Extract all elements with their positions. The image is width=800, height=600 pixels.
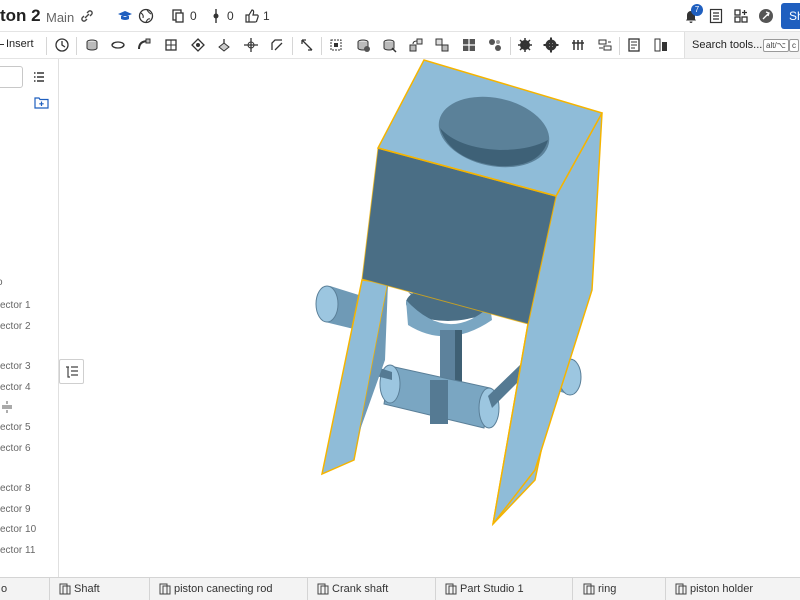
tab-piston-canecting-rod[interactable]: piston canecting rod: [154, 578, 308, 600]
sweep-icon[interactable]: [136, 37, 152, 53]
boolean-icon[interactable]: [328, 37, 344, 53]
mirror-icon[interactable]: [434, 37, 450, 53]
enclose-icon[interactable]: [216, 37, 232, 53]
tab-item[interactable]: o: [0, 578, 50, 600]
loft-icon[interactable]: [163, 37, 179, 53]
document-properties-icon[interactable]: [626, 37, 642, 53]
add-folder-icon[interactable]: [34, 96, 49, 109]
part-studio-icon: [159, 583, 171, 595]
feature-list-panel: o ector 1 ector 2 ector 3 ector 4 ector …: [0, 59, 59, 577]
notification-count-badge: 7: [691, 4, 703, 16]
toolbar-divider: [76, 37, 77, 55]
list-view-icon[interactable]: [33, 71, 45, 83]
likes-count: 1: [263, 9, 270, 23]
versions-icon[interactable]: [208, 8, 224, 24]
graphics-viewport[interactable]: [59, 59, 800, 577]
share-button[interactable]: Sh: [781, 3, 800, 29]
toolbar-divider: [510, 37, 511, 55]
delete-part-icon[interactable]: [461, 37, 477, 53]
tab-crank-shaft[interactable]: Crank shaft: [312, 578, 436, 600]
globe-icon[interactable]: [138, 8, 154, 24]
draft-icon[interactable]: [299, 37, 315, 53]
app-grid-icon[interactable]: [733, 8, 749, 24]
tab-label: ring: [598, 583, 617, 595]
thicken-icon[interactable]: [190, 37, 206, 53]
3d-model-view[interactable]: [60, 59, 800, 577]
document-list-icon[interactable]: [708, 8, 724, 24]
tab-shaft[interactable]: Shaft: [54, 578, 150, 600]
shortcut-key-alt: alt/⌥: [763, 39, 789, 52]
document-title[interactable]: ton 2: [0, 6, 41, 26]
fillet-icon[interactable]: [243, 37, 259, 53]
revolve-icon[interactable]: [110, 37, 126, 53]
copies-count: 0: [190, 9, 197, 23]
feature-item[interactable]: ector 9: [0, 504, 31, 515]
link-icon[interactable]: [80, 9, 94, 23]
tab-label: Crank shaft: [332, 583, 389, 595]
versions-count: 0: [227, 9, 234, 23]
part-studio-icon: [59, 583, 71, 595]
part-studio-icon: [583, 583, 595, 595]
feature-item[interactable]: ector 4: [0, 382, 31, 393]
mate-connector-icon[interactable]: [487, 37, 503, 53]
feature-item[interactable]: ector 5: [0, 422, 31, 433]
rollback-bar-icon[interactable]: [1, 401, 13, 413]
shortcut-key-c: c: [789, 39, 799, 52]
chamfer-icon[interactable]: [269, 37, 285, 53]
spur-gear-icon[interactable]: [543, 37, 559, 53]
list-tree-icon: [66, 366, 78, 378]
toolbar-divider: [46, 37, 47, 55]
tab-label: Part Studio 1: [460, 583, 524, 595]
history-icon[interactable]: [54, 37, 70, 53]
feature-item[interactable]: ector 2: [0, 321, 31, 332]
like-icon[interactable]: [244, 8, 260, 24]
feature-item[interactable]: ector 3: [0, 361, 31, 372]
feature-toolbar: Insert: [0, 32, 800, 59]
insert-button[interactable]: Insert: [0, 38, 34, 50]
copy-icon[interactable]: [170, 8, 186, 24]
feature-item[interactable]: ector 8: [0, 483, 31, 494]
search-tools-box[interactable]: Search tools... alt/⌥ c: [684, 32, 800, 58]
part-studio-icon: [445, 583, 457, 595]
tab-piston-holder[interactable]: piston holder: [670, 578, 800, 600]
extrude-icon[interactable]: [84, 37, 100, 53]
top-bar: ton 2 Main 0 0 1 7 Sh: [0, 0, 800, 32]
toolbar-divider: [619, 37, 620, 55]
split-icon[interactable]: [355, 37, 371, 53]
insert-icon: [0, 43, 4, 45]
feature-item[interactable]: ector 6: [0, 443, 31, 454]
tab-label: piston canecting rod: [174, 583, 273, 595]
toolbar-divider: [321, 37, 322, 55]
branch-label[interactable]: Main: [46, 10, 74, 25]
part-studio-icon: [317, 583, 329, 595]
tab-label: piston holder: [690, 583, 753, 595]
learning-cap-icon[interactable]: [117, 8, 133, 24]
configurations-icon[interactable]: [653, 37, 669, 53]
tab-ring[interactable]: ring: [578, 578, 666, 600]
variable-table-icon[interactable]: [597, 37, 613, 53]
toolbar-divider: [292, 37, 293, 55]
piston-holder-part[interactable]: [320, 59, 604, 527]
tab-part-studio-1[interactable]: Part Studio 1: [440, 578, 573, 600]
search-tools-label: Search tools...: [692, 39, 763, 51]
tab-label: Shaft: [74, 583, 100, 595]
transform-icon[interactable]: [381, 37, 397, 53]
insert-label: Insert: [6, 38, 34, 50]
feature-item[interactable]: o: [0, 277, 3, 288]
gear-icon[interactable]: [517, 37, 533, 53]
feature-list-toggle[interactable]: [59, 359, 84, 384]
feature-item[interactable]: ector 1: [0, 300, 31, 311]
feature-filter-input[interactable]: [0, 66, 23, 88]
rib-icon[interactable]: [570, 37, 586, 53]
document-tab-bar: o Shaft piston canecting rod Crank shaft…: [0, 577, 800, 600]
tab-label: o: [1, 583, 8, 595]
part-studio-icon: [675, 583, 687, 595]
pattern-icon[interactable]: [408, 37, 424, 53]
user-avatar-icon[interactable]: [758, 8, 774, 24]
feature-item[interactable]: ector 10: [0, 524, 36, 535]
feature-item[interactable]: ector 11: [0, 545, 35, 556]
